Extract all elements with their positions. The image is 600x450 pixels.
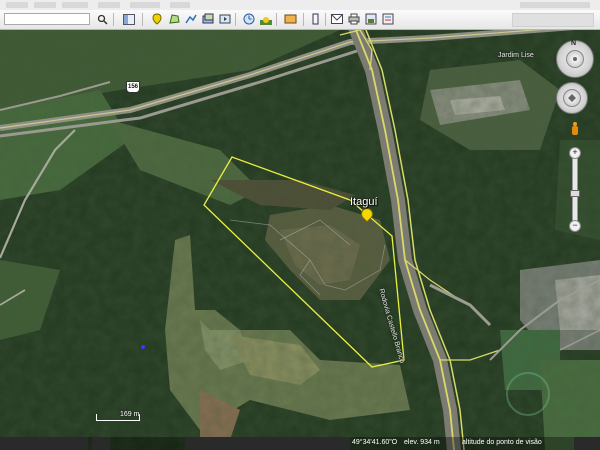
overlay-icon[interactable] bbox=[201, 12, 215, 26]
save-image-icon[interactable] bbox=[364, 12, 378, 26]
planets-icon[interactable] bbox=[283, 12, 297, 26]
tour-icon[interactable] bbox=[218, 12, 232, 26]
menu-item[interactable] bbox=[6, 2, 28, 8]
toolbar bbox=[0, 10, 600, 30]
menu-item[interactable] bbox=[170, 2, 190, 8]
search-icon[interactable] bbox=[95, 12, 109, 26]
print-icon[interactable] bbox=[347, 12, 361, 26]
street-view-pegman-icon[interactable] bbox=[571, 122, 579, 136]
menu-item[interactable] bbox=[34, 2, 56, 8]
watermark-logo bbox=[506, 372, 550, 416]
elevation-readout: elev. 934 m bbox=[404, 439, 440, 446]
eye-altitude-readout: altitude do ponto de visão bbox=[462, 439, 542, 446]
toolbar-blank bbox=[512, 13, 594, 27]
status-dark-block bbox=[574, 437, 600, 450]
north-indicator[interactable]: N bbox=[571, 40, 576, 47]
scale-label: 169 m bbox=[120, 411, 140, 418]
maps-icon[interactable] bbox=[381, 12, 395, 26]
menu-item[interactable] bbox=[98, 2, 120, 8]
ruler-icon[interactable] bbox=[309, 12, 323, 26]
menu-item[interactable] bbox=[520, 2, 590, 8]
sidebar-icon[interactable] bbox=[122, 12, 136, 26]
polygon-icon[interactable] bbox=[167, 12, 181, 26]
sunlight-icon[interactable] bbox=[259, 12, 273, 26]
neighborhood-label: Jardim Lise bbox=[498, 52, 534, 59]
look-joystick[interactable]: N bbox=[556, 40, 594, 78]
look-center-icon bbox=[566, 50, 584, 68]
status-dark-block bbox=[185, 437, 350, 450]
menu-item[interactable] bbox=[130, 2, 160, 8]
zoom-slider-knob[interactable] bbox=[570, 189, 580, 197]
status-dark-block bbox=[0, 437, 88, 450]
move-joystick[interactable] bbox=[556, 82, 588, 114]
path-icon[interactable] bbox=[184, 12, 198, 26]
place-label-itagui[interactable]: Itaguí bbox=[350, 196, 378, 208]
menu-item[interactable] bbox=[62, 2, 88, 8]
zoom-out-button[interactable]: − bbox=[569, 220, 581, 232]
status-dark-block bbox=[92, 437, 110, 450]
satellite-map[interactable]: 156 Itaguí Jardim Lise Rodovia Castello … bbox=[0, 30, 600, 450]
search-input[interactable] bbox=[4, 13, 90, 25]
zoom-in-button[interactable]: + bbox=[569, 147, 581, 159]
status-bar: 49°34'41.60"O elev. 934 m altitude do po… bbox=[0, 437, 600, 450]
email-icon[interactable] bbox=[330, 12, 344, 26]
historical-imagery-icon[interactable] bbox=[242, 12, 256, 26]
highway-shield: 156 bbox=[126, 81, 140, 93]
placemark-icon[interactable] bbox=[150, 12, 164, 26]
coordinates-readout: 49°34'41.60"O bbox=[352, 439, 398, 446]
move-center-icon bbox=[563, 89, 581, 107]
